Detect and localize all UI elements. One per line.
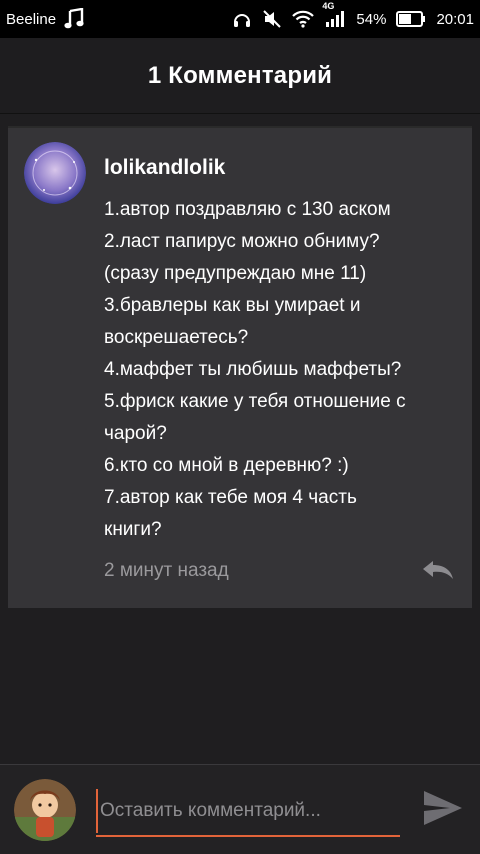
status-bar: Beeline 4G 54% 20:01 xyxy=(0,0,480,38)
comment-line: (сразу предупреждаю мне 11) xyxy=(104,263,367,284)
send-icon xyxy=(422,789,464,832)
battery-percent: 54% xyxy=(356,10,387,28)
network-type-label: 4G xyxy=(322,1,335,11)
comment-username[interactable]: lolikandlolik xyxy=(104,156,225,180)
headphones-icon xyxy=(232,9,252,29)
carrier-label: Beeline xyxy=(6,10,57,28)
comment-text: 1.автор поздравляю с 130 аском 2.ласт па… xyxy=(104,194,458,546)
reply-icon xyxy=(421,559,455,586)
comment-composer xyxy=(0,764,480,854)
clock: 20:01 xyxy=(436,10,474,28)
comment-line: 5.фриск какие у тебя отношение с xyxy=(104,391,406,412)
comment-timestamp: 2 минут назад xyxy=(104,560,229,581)
comment-line: 3.бравлеры как вы умираеt и xyxy=(104,295,361,316)
comment-input[interactable] xyxy=(96,789,400,833)
comment-line: 7.автор как тебе моя 4 часть xyxy=(104,487,357,508)
comment-line: чарой? xyxy=(104,423,167,444)
mute-icon xyxy=(262,9,282,29)
signal-icon: 4G xyxy=(322,1,346,28)
comments-list[interactable]: lolikandlolik 1.автор поздравляю с 130 а… xyxy=(0,114,480,764)
comment-line: 1.автор поздравляю с 130 аском xyxy=(104,199,391,220)
reply-button[interactable] xyxy=(418,558,458,586)
comment-line: 2.ласт папирус можно обниму? xyxy=(104,231,380,252)
battery-icon xyxy=(396,11,426,27)
comment-card: lolikandlolik 1.автор поздравляю с 130 а… xyxy=(8,126,472,608)
comment-input-field[interactable] xyxy=(96,789,400,837)
send-button[interactable] xyxy=(418,787,468,833)
music-note-icon xyxy=(64,8,84,30)
page-title: 1 Комментарий xyxy=(147,61,333,89)
wifi-icon xyxy=(292,10,315,28)
header: 1 Комментарий xyxy=(0,38,480,114)
comment-line: 4.маффет ты любишь маффеты? xyxy=(104,359,402,380)
comment-line: книги? xyxy=(104,519,162,540)
comment-line: воскрешаетесь? xyxy=(104,327,249,348)
avatar[interactable] xyxy=(14,779,76,841)
comment-line: 6.кто со мной в деревню? :) xyxy=(104,455,349,476)
avatar[interactable] xyxy=(24,142,86,204)
